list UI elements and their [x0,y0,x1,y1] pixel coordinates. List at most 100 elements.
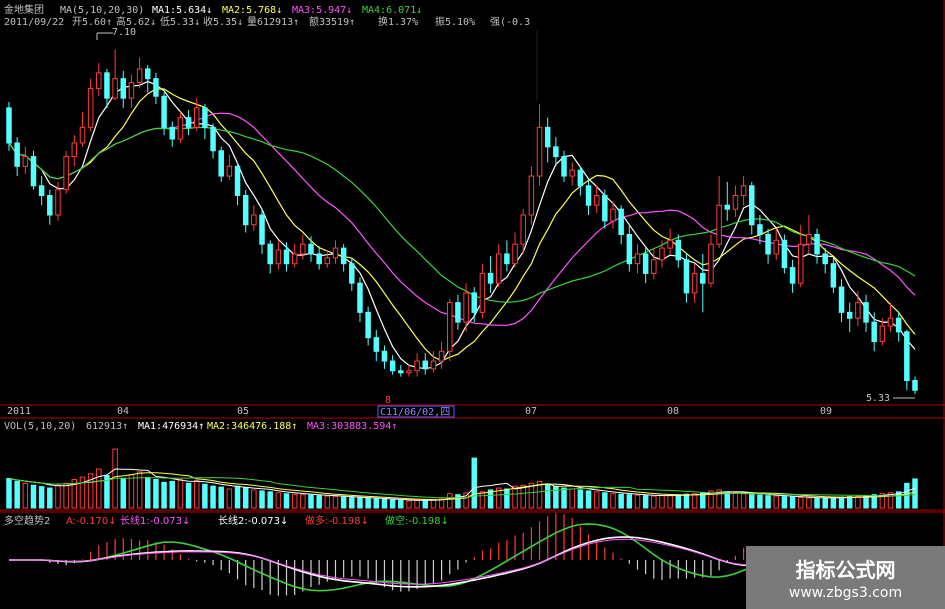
volume-bar [651,495,657,509]
volume-bar [618,493,624,509]
candle-body [675,239,682,261]
volume-bar [365,498,371,509]
candle-body [806,233,812,245]
volume-bar [732,492,739,509]
candle-body [789,267,796,284]
volume-bar [218,486,224,509]
quote-volume: 量612913↑ [247,16,299,28]
volume-bar [691,493,698,509]
volume-bar [161,481,167,509]
volume-bar [120,478,127,509]
volume-bar [242,487,249,509]
vol-value: 612913↑ [86,421,128,432]
vol-ma2: MA2:346476.188↑ [207,421,297,432]
candle-body [814,233,820,255]
volume-bar [414,499,420,509]
candle-body [838,286,845,313]
volume-bar [430,498,437,509]
candle-body [406,370,412,374]
volume-bar [602,492,608,509]
candlesticks [6,49,918,395]
candle-body [104,72,110,99]
volume-bar [308,494,314,509]
volume-bar [349,497,355,509]
quote-amount: 额33519↑ [309,15,355,28]
quote-date: 2011/09/22 [4,17,64,28]
volume-bar [724,491,731,509]
candle-body [495,253,502,284]
candle-body [544,126,551,148]
volume-bar [145,477,151,509]
indicator-a: A:-0.170↓ [66,516,117,527]
volume-bar [479,491,486,509]
candle-body [96,72,102,89]
price-annotations: 7.10 5.33 8 C11/06/02,四 [96,27,915,418]
candle-body [300,243,306,255]
indicator-bull: 做多:-0.198↓ [305,514,369,527]
candle-body [242,195,249,226]
volume-bar [422,499,429,509]
candle-body [136,68,143,84]
volume-bar [185,482,192,509]
candle-body [177,117,184,140]
volume-bar [855,495,861,509]
volume-bar [789,496,796,509]
time-label-08: 08 [667,406,679,417]
candle-body [830,263,837,288]
volume-bar [316,495,322,509]
candle-body [259,214,265,245]
watermark: 指标公式网 www.zbgs3.com [746,546,945,609]
indicator-header: 多空趋势2 A:-0.170↓ 长线1:-0.073↓ 长线2:-0.073↓ … [4,514,449,527]
ma3-value: MA3:5.947↓ [292,5,352,16]
candle-body [455,302,461,323]
candle-body [193,107,200,128]
indicator-long1: 长线1:-0.073↓ [120,514,190,527]
candle-body [471,292,477,313]
candle-body [169,126,175,140]
volume-bar [357,497,363,509]
candle-body [593,195,600,206]
candle-body [822,253,828,265]
candle-body [340,247,347,265]
candle-body [863,302,869,323]
indicator-name: 多空趋势2 [4,514,50,527]
candle-body [63,156,69,191]
candle-body [512,243,518,265]
volume-bar [324,495,331,509]
candle-body [749,185,755,226]
volume-bar [406,500,412,509]
candle-body [398,370,404,374]
volume-bar [838,496,845,509]
candle-body [528,175,535,216]
candle-body [153,78,159,97]
candle-body [871,321,877,343]
volume-bar [749,494,755,509]
volume-ma-lines [8,468,916,501]
candle-body [251,214,257,226]
candle-body [569,169,575,177]
volume-bar [626,494,633,509]
candle-body [602,195,608,222]
candle-body [463,292,469,323]
volume-bar [210,485,216,509]
watermark-title: 指标公式网 [795,558,896,582]
candle-body [716,204,722,245]
candle-body [145,68,151,80]
time-label-07: 07 [525,406,537,417]
volume-bar [544,483,551,509]
volume-bar [675,494,682,509]
volume-header: VOL(5,10,20) 612913↑ MA1:476934↑ MA2:346… [4,421,397,432]
candle-body [414,360,420,372]
candle-body [895,317,902,333]
ma30-line [8,126,916,303]
volume-bar [291,493,298,509]
candle-body [316,253,322,265]
cursor-date-label: C11/06/02,四 [380,407,450,418]
volume-bar [22,482,29,509]
candle-body [781,239,788,269]
volume-bar [153,479,159,509]
quote-turnover: 换1.37% [378,15,418,28]
candle-body [651,259,657,274]
time-label-04: 04 [117,406,129,417]
candle-body [757,224,763,235]
